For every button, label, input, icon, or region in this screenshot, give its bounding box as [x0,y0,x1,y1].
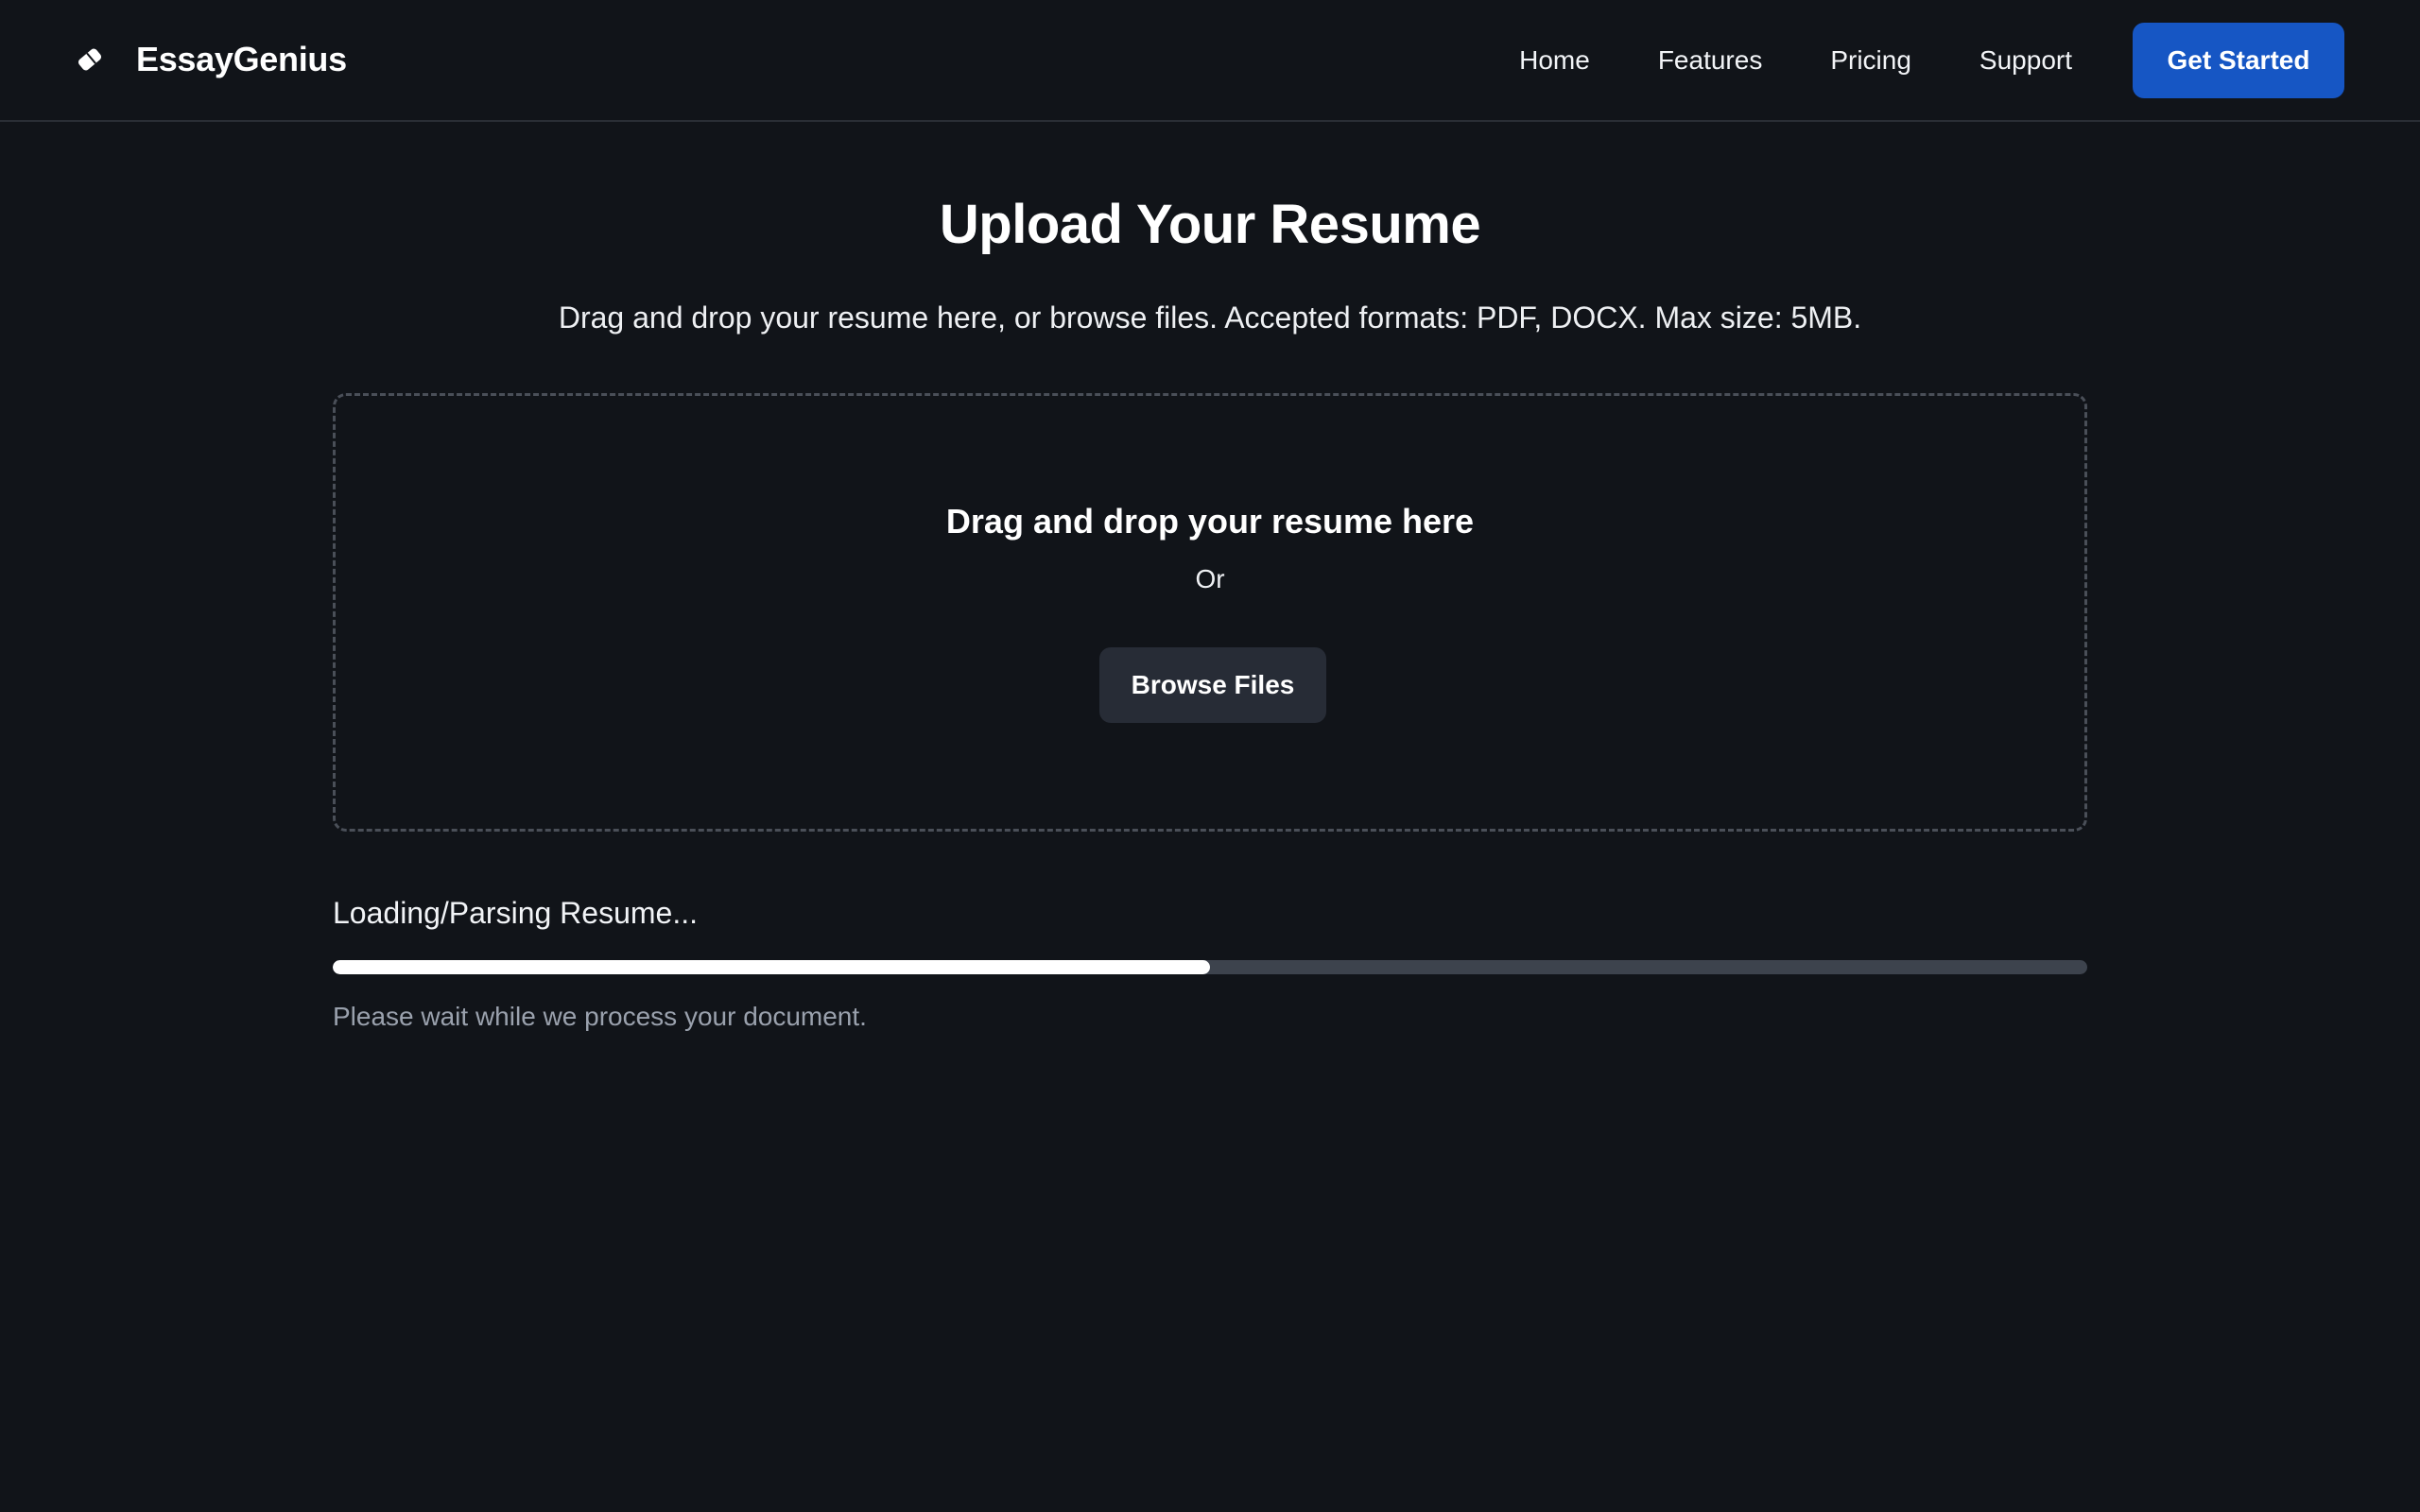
main-nav: Home Features Pricing Support Get Starte… [1519,23,2420,98]
nav-link-support[interactable]: Support [1979,45,2072,76]
upload-status-hint: Please wait while we process your docume… [333,1002,867,1031]
upload-status-label: Loading/Parsing Resume... [333,896,698,930]
upload-progress-bar [333,960,2087,974]
get-started-button[interactable]: Get Started [2133,23,2344,98]
brand-name: EssayGenius [136,40,347,78]
dropzone-or-text: Or [1195,564,1225,593]
page-subtitle: Drag and drop your resume here, or brows… [558,301,1862,335]
dropzone-title: Drag and drop your resume here [945,502,1475,541]
resume-dropzone[interactable]: Drag and drop your resume here Or Browse… [333,393,2087,832]
top-navigation-bar: EssayGenius Home Features Pricing Suppor… [0,0,2420,122]
page-title: Upload Your Resume [939,194,1481,255]
upload-progress-fill [333,960,1210,974]
nav-link-pricing[interactable]: Pricing [1830,45,1911,76]
browse-files-button[interactable]: Browse Files [1099,647,1326,723]
eraser-icon [74,43,106,76]
brand[interactable]: EssayGenius [74,36,347,83]
nav-link-features[interactable]: Features [1658,45,1763,76]
nav-link-home[interactable]: Home [1519,45,1590,76]
